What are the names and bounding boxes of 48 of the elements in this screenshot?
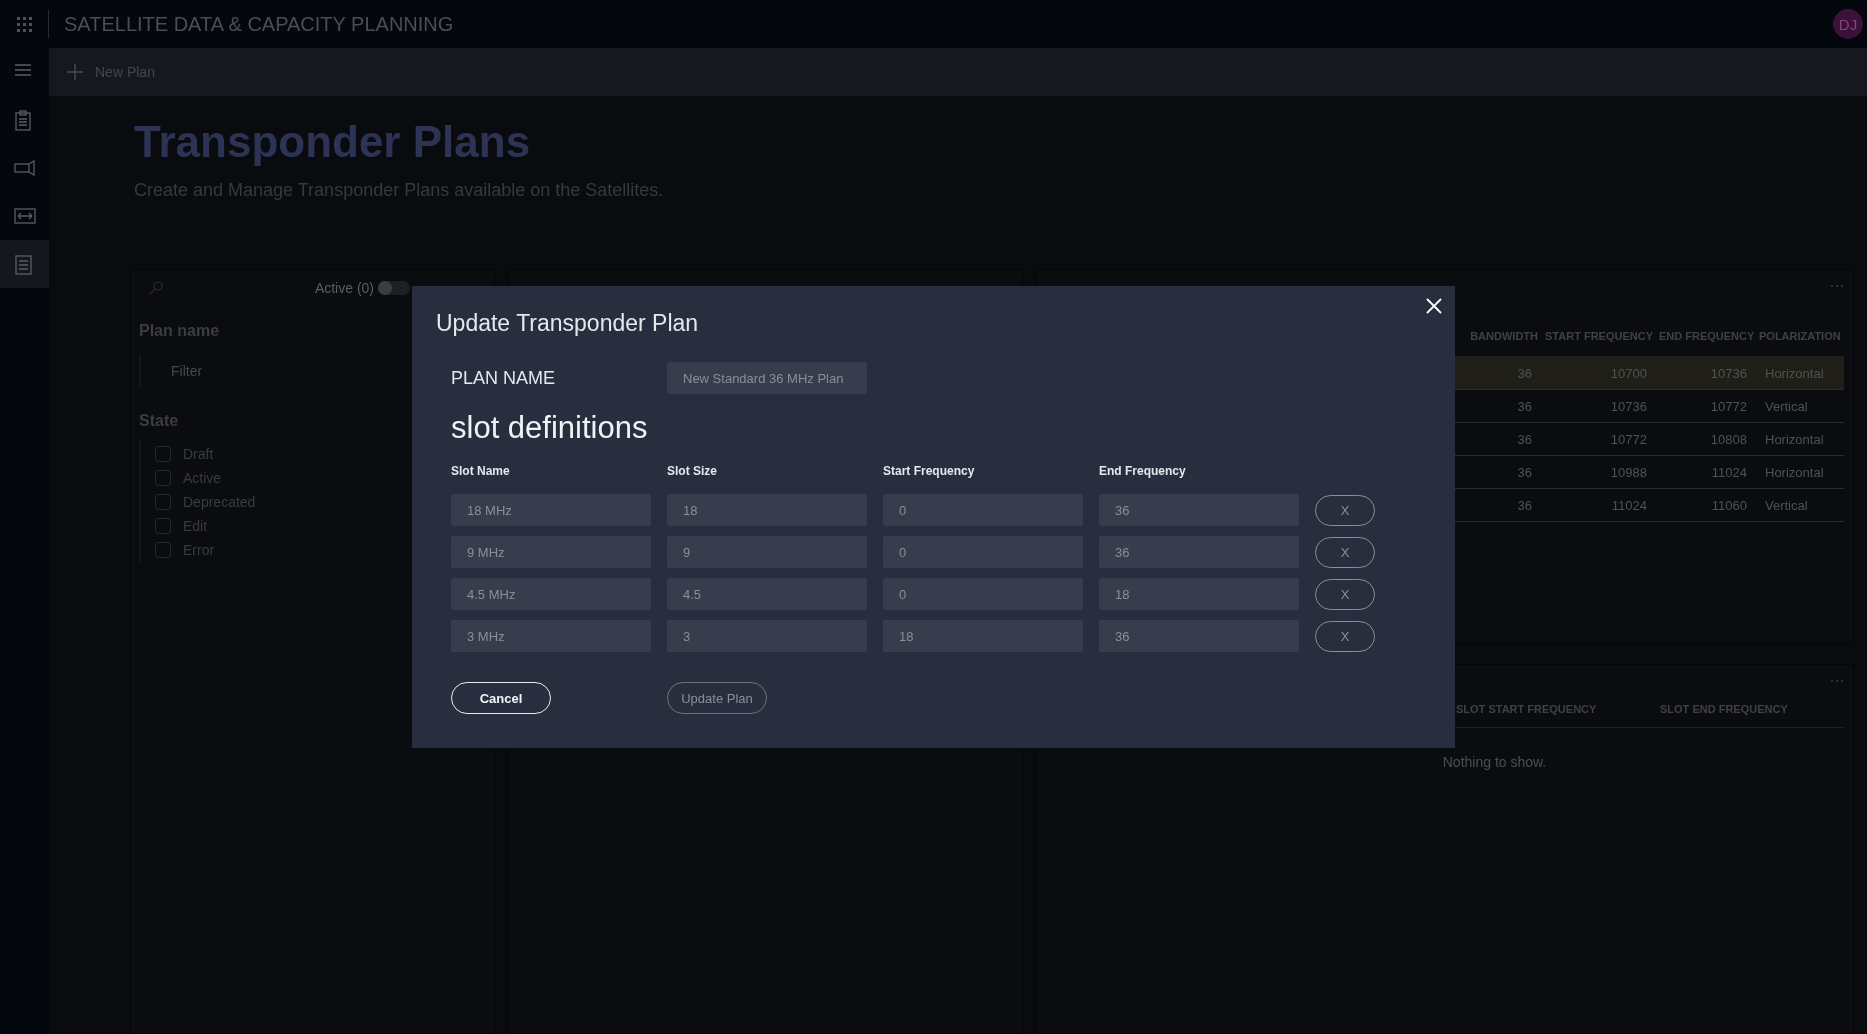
field-label: PLAN NAME bbox=[451, 367, 557, 389]
dialog-title: Update Transponder Plan bbox=[436, 310, 1436, 350]
filter-field[interactable]: Filter bbox=[139, 354, 379, 388]
app-title: SATELLITE DATA & CAPACITY PLANNING bbox=[64, 12, 455, 36]
table-cell-text: 10988 bbox=[1609, 464, 1648, 480]
empty-message: Nothing to show. bbox=[1441, 754, 1548, 770]
checkbox[interactable] bbox=[155, 470, 171, 486]
page-title: Transponder Plans bbox=[134, 116, 532, 168]
table-cell-text: 36 bbox=[1516, 497, 1533, 513]
checkbox[interactable] bbox=[155, 494, 171, 510]
table-cell-text: 36 bbox=[1516, 431, 1533, 447]
more-icon bbox=[1830, 679, 1844, 683]
toggle-switch[interactable] bbox=[378, 281, 410, 295]
table-cell-text: 11060 bbox=[1710, 497, 1748, 513]
table-cell-text: Horizontal bbox=[1764, 464, 1825, 480]
column-label: Slot Size bbox=[667, 464, 718, 478]
table-cell-text: 10772 bbox=[1609, 431, 1648, 447]
section-title: slot definitions bbox=[451, 410, 649, 446]
table-cell-text: Horizontal bbox=[1764, 365, 1825, 381]
table-cell-text: 10808 bbox=[1709, 431, 1748, 447]
table-cell-text: Horizontal bbox=[1764, 431, 1825, 447]
column-label: End Frequency bbox=[1099, 464, 1187, 478]
table-cell-text: 10772 bbox=[1709, 398, 1748, 414]
checkbox[interactable] bbox=[155, 542, 171, 558]
table-cell-text: Vertical bbox=[1764, 398, 1809, 414]
column-label: Start Frequency bbox=[883, 464, 976, 478]
search-icon bbox=[149, 281, 163, 295]
plus-icon bbox=[67, 64, 83, 80]
column-label: Slot Name bbox=[451, 464, 511, 478]
table-cell-text: 36 bbox=[1516, 398, 1533, 414]
checkbox[interactable] bbox=[155, 518, 171, 534]
close-icon bbox=[1426, 298, 1442, 314]
sidebar-item[interactable] bbox=[0, 240, 49, 288]
table-cell-text: 10736 bbox=[1609, 398, 1648, 414]
checkbox[interactable] bbox=[155, 446, 171, 462]
more-icon bbox=[1830, 284, 1844, 288]
table-cell-text: 10736 bbox=[1709, 365, 1748, 381]
table-cell-text: 10700 bbox=[1609, 365, 1648, 381]
avatar[interactable]: DJ bbox=[1833, 9, 1863, 39]
table-cell-text: 11024 bbox=[1710, 464, 1748, 480]
toggle-label: Active (0) bbox=[314, 280, 374, 296]
waffle-icon bbox=[16, 16, 32, 32]
flashlight-icon bbox=[13, 157, 36, 179]
resize-icon bbox=[13, 205, 36, 227]
table-cell-text: 36 bbox=[1516, 365, 1533, 381]
table-cell-text: 36 bbox=[1516, 464, 1533, 480]
table-cell-text: 11024 bbox=[1610, 497, 1648, 513]
table-cell-text: Vertical bbox=[1764, 497, 1809, 513]
